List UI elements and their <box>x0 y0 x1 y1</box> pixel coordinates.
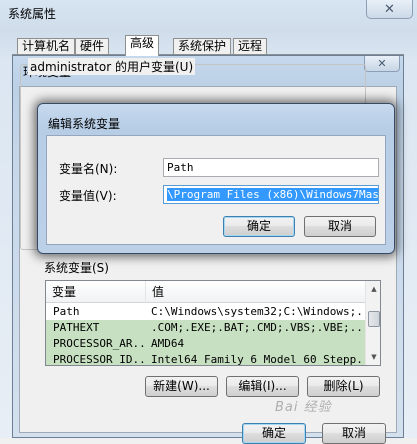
column-header-variable[interactable]: 变量 <box>46 281 146 303</box>
system-properties-title: 系统属性 <box>8 7 57 21</box>
edit-system-variable-dialog: 编辑系统变量 变量名(N): Path 变量值(V): \Program Fil… <box>37 103 395 254</box>
list-item-name: Path <box>53 305 80 318</box>
variable-value-field[interactable]: \Program Files (x86)\Windows7Master <box>163 185 379 204</box>
tab-computer-name[interactable]: 计算机名 <box>17 38 76 55</box>
new-button[interactable]: 新建(W)... <box>145 376 218 397</box>
list-item-name: PATHEXT <box>53 321 100 334</box>
list-item-value: C:\Windows\system32;C:\Windows;... <box>151 305 363 318</box>
variable-value-text: \Program Files (x86)\Windows7Master <box>167 188 378 201</box>
scroll-up-icon[interactable]: ▲ <box>367 282 380 296</box>
variable-name-field[interactable]: Path <box>163 158 379 177</box>
list-item-value: .COM;.EXE;.BAT;.CMD;.VBS;.VBE;... <box>151 321 363 334</box>
env-cancel-button[interactable]: 取消 <box>322 423 386 444</box>
scroll-down-icon[interactable]: ▼ <box>367 350 380 364</box>
list-header: 变量 值 <box>46 281 366 303</box>
close-icon: ✕ <box>384 1 395 17</box>
tab-system-protection[interactable]: 系统保护 <box>173 38 232 55</box>
environment-variables-close-button[interactable]: ✕ <box>364 56 400 72</box>
edit-dialog-title: 编辑系统变量 <box>48 117 121 131</box>
system-properties-close-button[interactable]: ✕ <box>366 0 413 19</box>
system-variables-list[interactable]: 变量 值 Path C:\Windows\system32;C:\Windows… <box>45 280 381 366</box>
tab-remote[interactable]: 远程 <box>233 38 268 55</box>
edit-cancel-button[interactable]: 取消 <box>304 216 376 237</box>
system-variables-label: 系统变量(S) <box>44 261 109 275</box>
column-header-value[interactable]: 值 <box>146 281 366 303</box>
tab-hardware[interactable]: 硬件 <box>75 38 110 55</box>
list-item[interactable]: PROCESSOR_ID... Intel64 Family 6 Model 6… <box>46 352 366 366</box>
list-item[interactable]: PROCESSOR_AR... AMD64 <box>46 336 366 352</box>
variable-value-label: 变量值(V): <box>59 189 117 203</box>
edit-ok-button[interactable]: 确定 <box>223 216 295 237</box>
variable-name-label: 变量名(N): <box>59 162 118 176</box>
tab-advanced[interactable]: 高级 <box>125 35 160 56</box>
list-scrollbar[interactable]: ▲ ▼ <box>365 281 380 365</box>
env-ok-button[interactable]: 确定 <box>242 423 306 444</box>
list-item-name: PROCESSOR_AR... <box>53 337 147 350</box>
scrollbar-thumb[interactable] <box>368 311 380 327</box>
list-item[interactable]: PATHEXT .COM;.EXE;.BAT;.CMD;.VBS;.VBE;..… <box>46 320 366 336</box>
user-variables-label: administrator 的用户变量(U) <box>28 58 196 75</box>
watermark: Bai 经验 <box>275 400 332 415</box>
list-item-value: Intel64 Family 6 Model 60 Stepp... <box>151 353 363 366</box>
edit-dialog-client: 变量名(N): Path 变量值(V): \Program Files (x86… <box>46 135 386 245</box>
list-item-name: PROCESSOR_ID... <box>53 353 147 366</box>
delete-button[interactable]: 删除(L) <box>307 376 380 397</box>
edit-button[interactable]: 编辑(I)... <box>226 376 299 397</box>
list-item-value: AMD64 <box>151 337 185 350</box>
close-icon: ✕ <box>377 57 387 70</box>
list-item[interactable]: Path C:\Windows\system32;C:\Windows;... <box>46 304 366 320</box>
